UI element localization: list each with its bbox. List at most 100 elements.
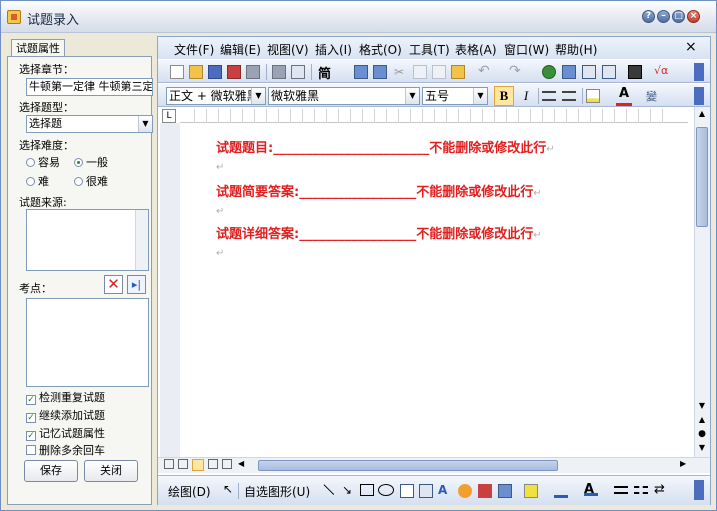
insert-table-icon[interactable]	[582, 65, 596, 79]
browse-object-icon[interactable]: ●	[695, 429, 709, 439]
close-window-button[interactable]: ×	[687, 10, 700, 23]
tab-properties[interactable]: 试题属性	[11, 39, 65, 57]
picture-icon[interactable]	[498, 484, 512, 498]
arrow-style-icon[interactable]: ⇄	[654, 482, 668, 497]
document-area[interactable]: L 试题题目:________________________不能删除或修改此行…	[158, 107, 710, 457]
print-preview-icon[interactable]	[291, 65, 305, 79]
fill-color-icon[interactable]	[524, 484, 538, 498]
phonetic-guide-icon[interactable]: 變	[646, 88, 660, 103]
equation-icon[interactable]: √α	[654, 64, 668, 78]
toolbar-options-icon[interactable]	[694, 480, 704, 500]
vertical-scrollbar[interactable]: ▲ ▼ ▲ ● ▼	[694, 107, 710, 457]
check-continue-add[interactable]: ✓ 继续添加试题	[26, 409, 105, 423]
columns-icon[interactable]	[628, 65, 642, 79]
h-scroll-thumb[interactable]	[258, 460, 558, 471]
scroll-up-icon[interactable]: ▲	[695, 109, 709, 118]
radio-very-hard[interactable]: 很难	[74, 175, 108, 188]
type-select[interactable]: 选择题 ▼	[26, 115, 153, 133]
align-justify-icon[interactable]	[542, 91, 556, 101]
align-distributed-icon[interactable]	[562, 91, 576, 101]
copy-icon[interactable]	[413, 65, 427, 79]
help-button[interactable]: ?	[642, 10, 655, 23]
next-page-icon[interactable]: ▼	[695, 443, 709, 452]
select-arrow-icon[interactable]: ↖	[223, 482, 233, 496]
menu-insert[interactable]: 插入(I)	[315, 41, 352, 58]
draw-font-color-icon[interactable]: A	[584, 482, 598, 497]
check-duplicate[interactable]: ✓ 检测重复试题	[26, 391, 105, 405]
vertical-textbox-icon[interactable]	[419, 484, 433, 498]
open-icon[interactable]	[189, 65, 203, 79]
oval-icon[interactable]	[378, 484, 394, 496]
source-textarea[interactable]	[26, 209, 149, 271]
cut-icon[interactable]: ✂	[394, 65, 408, 79]
radio-easy[interactable]: 容易	[26, 156, 60, 169]
select-point-icon[interactable]: ▸|	[127, 275, 146, 294]
new-icon[interactable]	[170, 65, 184, 79]
line-color-icon[interactable]	[554, 484, 568, 498]
scroll-right-icon[interactable]: ▶	[680, 459, 686, 468]
brief-answer-line[interactable]: 试题简要答案:__________________不能删除或修改此行↵	[216, 181, 542, 200]
question-title-line[interactable]: 试题题目:________________________不能删除或修改此行↵	[216, 137, 555, 156]
points-list[interactable]	[26, 298, 149, 387]
style-select[interactable]: 正文 + 微软雅黑 ▼	[166, 87, 266, 105]
vertical-ruler[interactable]	[160, 123, 180, 457]
prev-page-icon[interactable]: ▲	[695, 415, 709, 424]
draw-menu[interactable]: 绘图(D)	[168, 483, 211, 500]
dash-style-icon[interactable]	[634, 486, 648, 494]
redo-icon[interactable]: ↷	[509, 63, 523, 79]
print-layout-icon[interactable]	[192, 459, 204, 471]
save-icon[interactable]	[208, 65, 222, 79]
line-icon[interactable]	[323, 480, 339, 495]
font-color-icon[interactable]: A	[616, 86, 632, 106]
chapter-field[interactable]: 牛顿第一定律 牛顿第三定律	[26, 78, 153, 96]
toolbar-options-icon[interactable]	[694, 63, 704, 81]
scroll-thumb[interactable]	[696, 127, 708, 227]
delete-icon[interactable]: ✕	[104, 275, 123, 294]
minimize-button[interactable]: –	[657, 10, 670, 23]
save-button[interactable]: 保存	[24, 460, 78, 482]
menu-window[interactable]: 窗口(W)	[504, 41, 549, 58]
bold-button[interactable]: B	[494, 86, 514, 106]
radio-normal[interactable]: 一般	[74, 156, 108, 169]
simplified-chinese-icon[interactable]: 简	[318, 63, 340, 82]
line-style-icon[interactable]	[614, 486, 628, 494]
email-icon[interactable]	[246, 65, 260, 79]
check-remember[interactable]: ✓ 记忆试题属性	[26, 427, 105, 441]
check-remove-returns[interactable]: 删除多余回车	[26, 444, 105, 457]
arrow-icon[interactable]: ↘	[342, 483, 356, 497]
font-select[interactable]: 微软雅黑 ▼	[268, 87, 420, 105]
menu-format[interactable]: 格式(O)	[359, 41, 402, 58]
format-painter-icon[interactable]	[451, 65, 465, 79]
web-view-icon[interactable]	[178, 459, 188, 469]
paste-icon[interactable]	[432, 65, 446, 79]
menu-help[interactable]: 帮助(H)	[555, 41, 597, 58]
diagram-icon[interactable]	[458, 484, 472, 498]
scroll-left-icon[interactable]: ◀	[238, 459, 244, 468]
scroll-down-icon[interactable]: ▼	[695, 401, 709, 410]
hyperlink-icon[interactable]	[542, 65, 556, 79]
radio-hard[interactable]: 难	[26, 175, 49, 188]
menu-edit[interactable]: 编辑(E)	[220, 41, 261, 58]
undo-icon[interactable]: ↶	[478, 63, 492, 79]
insert-excel-icon[interactable]	[602, 65, 616, 79]
normal-view-icon[interactable]	[164, 459, 174, 469]
menu-view[interactable]: 视图(V)	[267, 41, 309, 58]
close-button[interactable]: 关闭	[84, 460, 138, 482]
permission-icon[interactable]	[227, 65, 241, 79]
research-icon[interactable]	[373, 65, 387, 79]
highlight-icon[interactable]	[586, 89, 600, 103]
tab-stop-icon[interactable]: L	[162, 109, 176, 123]
maximize-button[interactable]: □	[672, 10, 685, 23]
italic-button[interactable]: I	[518, 87, 534, 105]
reading-view-icon[interactable]	[222, 459, 232, 469]
autoshapes-menu[interactable]: 自选图形(U)	[244, 483, 310, 500]
detailed-answer-line[interactable]: 试题详细答案:__________________不能删除或修改此行↵	[216, 223, 542, 242]
textbox-icon[interactable]	[400, 484, 414, 498]
spelling-icon[interactable]	[354, 65, 368, 79]
menu-close-icon[interactable]: ×	[685, 39, 697, 55]
tables-borders-icon[interactable]	[562, 65, 576, 79]
size-select[interactable]: 五号 ▼	[422, 87, 488, 105]
outline-view-icon[interactable]	[208, 459, 218, 469]
toolbar-options-icon[interactable]	[694, 87, 704, 105]
print-icon[interactable]	[272, 65, 286, 79]
